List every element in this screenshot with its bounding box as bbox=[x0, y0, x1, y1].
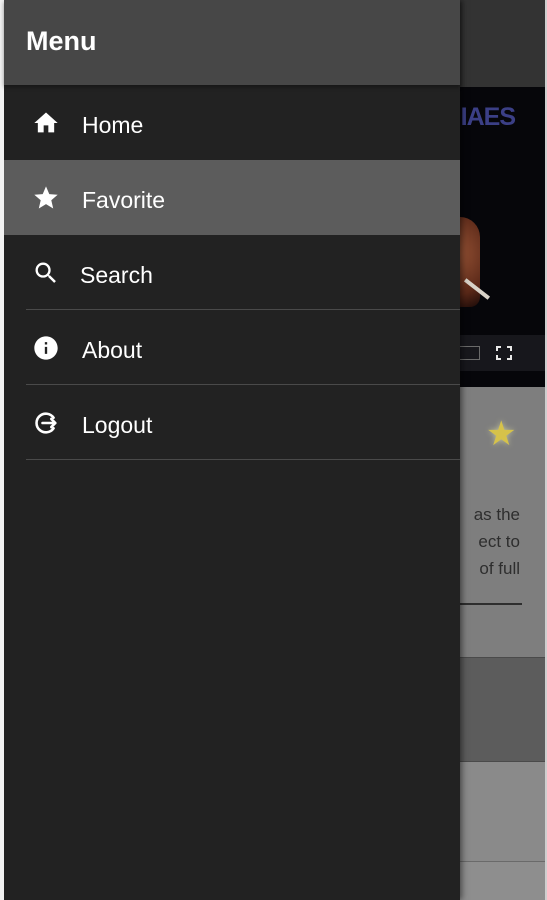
divider bbox=[26, 459, 460, 460]
navigation-drawer: Menu Home Favorite Search About Logout bbox=[0, 0, 460, 900]
menu-item-search[interactable]: Search bbox=[4, 235, 460, 310]
favorite-star-icon[interactable]: ★ bbox=[486, 417, 516, 451]
logout-icon bbox=[32, 409, 60, 437]
drawer-header: Menu bbox=[4, 0, 460, 85]
menu-item-label: Logout bbox=[82, 412, 153, 438]
menu-item-label: Favorite bbox=[82, 187, 166, 213]
info-icon bbox=[32, 334, 60, 362]
menu-item-label: Search bbox=[80, 262, 153, 288]
fullscreen-icon[interactable] bbox=[494, 344, 514, 362]
menu-item-label: Home bbox=[82, 112, 144, 138]
drawer-title: Menu bbox=[26, 26, 97, 56]
drawer-menu: Home Favorite Search About Logout bbox=[4, 85, 460, 460]
home-icon bbox=[32, 109, 60, 137]
menu-item-label: About bbox=[82, 337, 143, 363]
video-title: IAES bbox=[460, 103, 516, 131]
menu-item-favorite[interactable]: Favorite bbox=[4, 160, 460, 235]
menu-item-logout[interactable]: Logout bbox=[4, 385, 460, 460]
menu-item-about[interactable]: About bbox=[4, 310, 460, 385]
search-icon bbox=[32, 259, 60, 287]
star-icon bbox=[32, 184, 60, 212]
menu-item-home[interactable]: Home bbox=[4, 85, 460, 160]
video-progress-box[interactable] bbox=[458, 346, 480, 360]
